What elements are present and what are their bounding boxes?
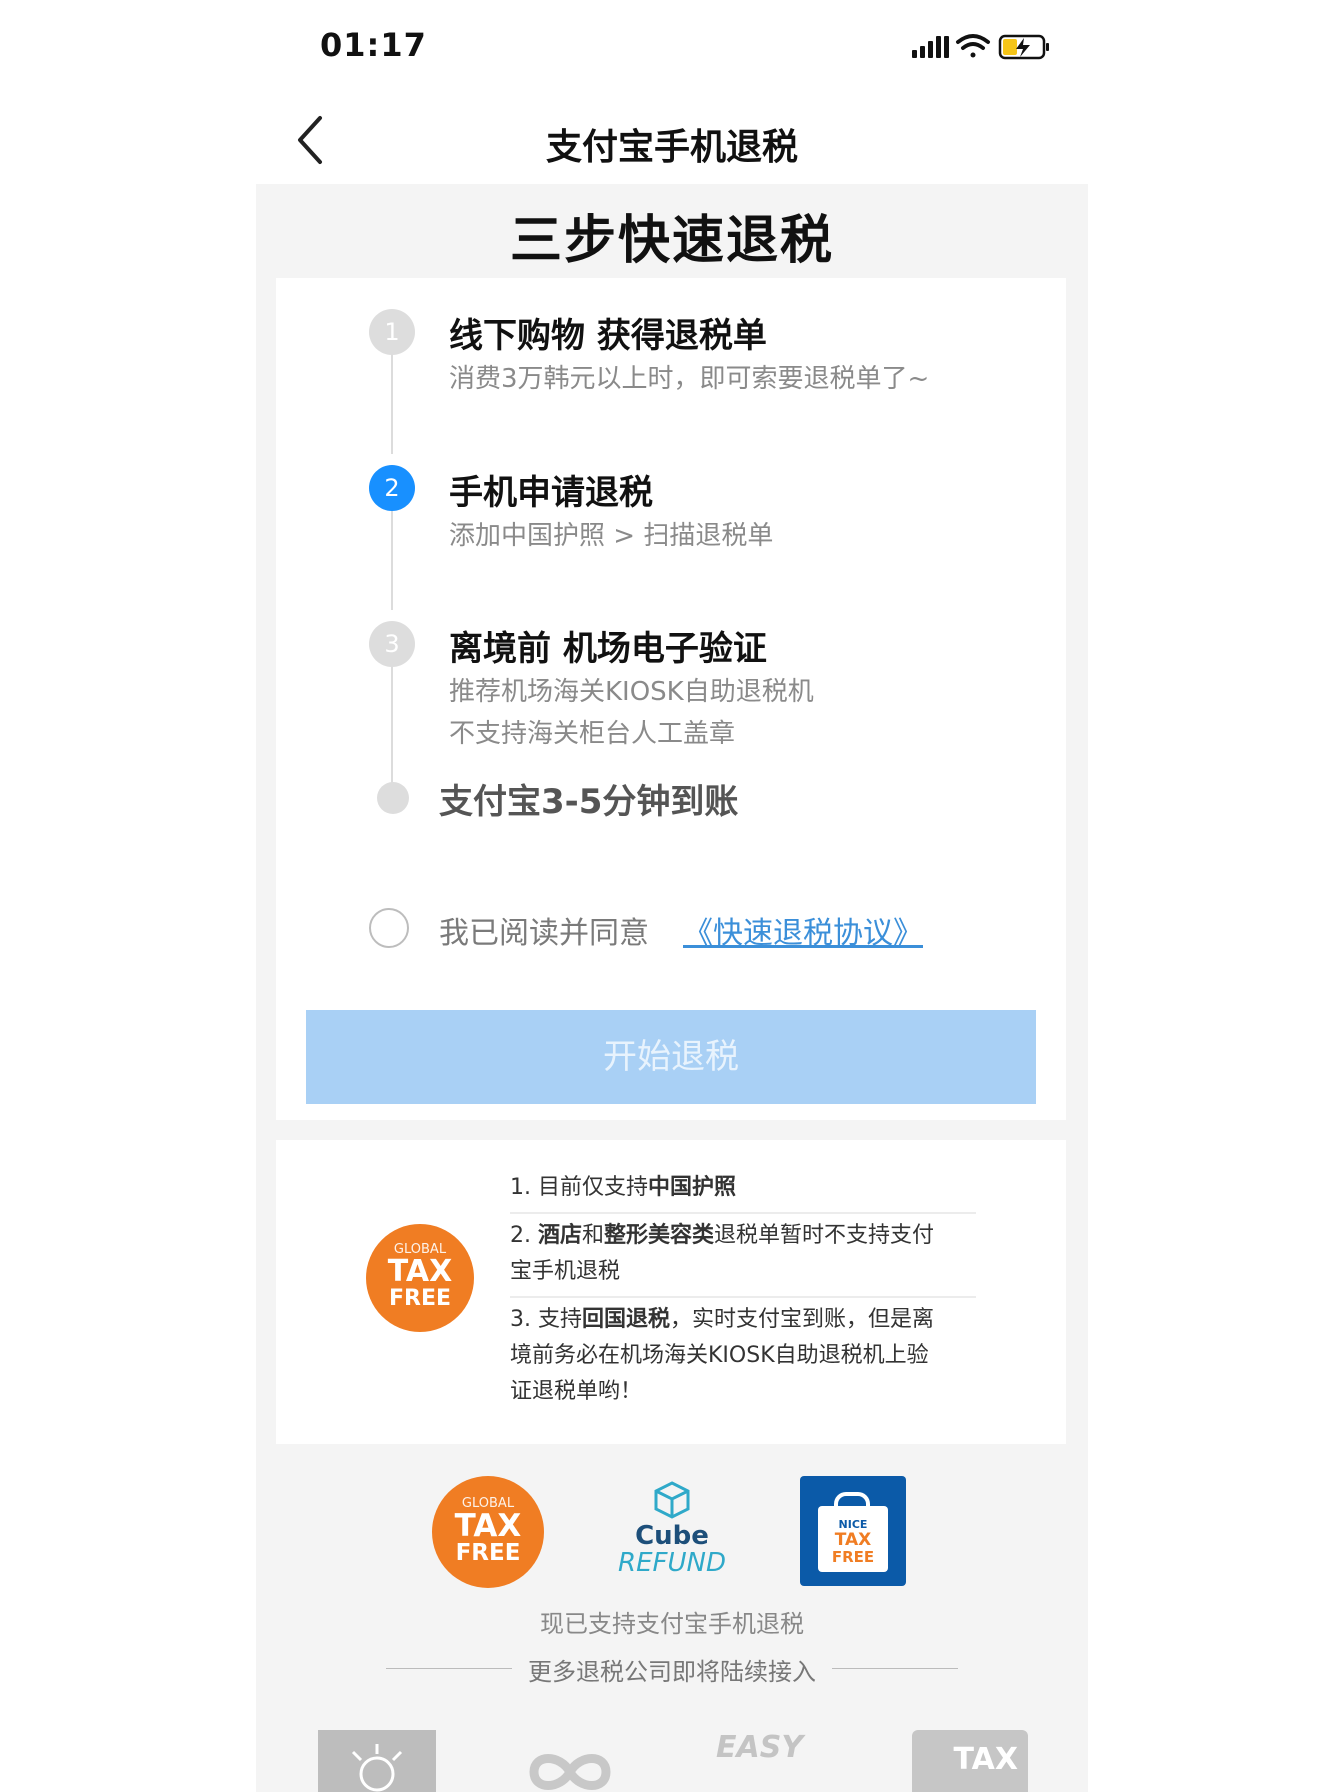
steps-card: 1 线下购物 获得退税单 消费3万韩元以上时，即可索要退税单了~ 2 手机申请退…	[276, 278, 1066, 1120]
step-2-title: 手机申请退税	[449, 473, 653, 513]
notes-card: GLOBAL TAX FREE 1. 目前仅支持中国护照 2. 酒店和整形美容类…	[276, 1140, 1066, 1444]
logo-text: FREE	[831, 1548, 875, 1566]
step-1-number: 1	[369, 309, 415, 355]
cube-icon	[654, 1481, 690, 1519]
agree-checkbox[interactable]	[369, 908, 409, 948]
agreement-link[interactable]: 《快速退税协议》	[683, 908, 923, 952]
status-icons	[912, 34, 1049, 60]
more-companies-text: 更多退税公司即将陆续接入	[528, 1658, 816, 1686]
back-button[interactable]	[292, 112, 332, 168]
note-3: 3. 支持回国退税，实时支付宝到账，但是离 境前务必在机场海关KIOSK自助退税…	[510, 1307, 935, 1404]
easy-tax-logo: EASY	[716, 1730, 836, 1792]
logo-text: TAX	[953, 1742, 1018, 1777]
logo-text: TAX	[454, 1508, 522, 1544]
logo-text: FREE	[455, 1540, 521, 1566]
logo-text: GLOBAL	[461, 1496, 515, 1511]
logo-text: EASY	[716, 1730, 804, 1765]
step-2-number: 2	[369, 465, 415, 511]
step-connector	[391, 348, 393, 454]
supported-text: 现已支持支付宝手机退税	[540, 1610, 804, 1638]
step-connector	[391, 660, 393, 802]
step-2-desc: 添加中国护照 > 扫描退税单	[449, 521, 774, 551]
note-divider	[510, 1296, 976, 1298]
logo-text: TAX	[834, 1530, 872, 1550]
divider-line	[832, 1668, 958, 1669]
infinity-logo-icon	[529, 1754, 611, 1790]
note-2: 2. 酒店和整形美容类退税单暂时不支持支付 宝手机退税	[510, 1223, 935, 1284]
wifi-icon	[956, 34, 990, 58]
battery-charging-icon	[998, 34, 1049, 60]
step-1-title: 线下购物 获得退税单	[449, 316, 767, 356]
step-3-desc-2: 不支持海关柜台人工盖章	[449, 719, 736, 749]
final-step-text: 支付宝3-5分钟到账	[439, 782, 739, 822]
logo-text: Cube	[635, 1521, 709, 1551]
start-refund-button[interactable]: 开始退税	[306, 1010, 1036, 1104]
sun-icon	[351, 1744, 403, 1792]
note-divider	[510, 1212, 976, 1214]
logo-text: REFUND	[618, 1548, 726, 1578]
final-step-dot	[377, 782, 409, 814]
bag-handle-icon	[834, 1492, 870, 1512]
logo-text: FREE	[388, 1286, 452, 1311]
logo-text: GLOBAL	[393, 1242, 447, 1257]
nice-tax-free-logo: NICE TAX FREE	[800, 1476, 906, 1586]
content-area: 三步快速退税 1 线下购物 获得退税单 消费3万韩元以上时，即可索要退税单了~ …	[256, 184, 1088, 1792]
signal-icon	[912, 36, 949, 58]
hero-title: 三步快速退税	[509, 211, 834, 271]
cube-refund-logo: Cube REFUND	[612, 1480, 732, 1590]
global-tax-free-logo: GLOBAL TAX FREE	[366, 1224, 474, 1332]
step-3-number: 3	[369, 621, 415, 667]
step-connector	[391, 504, 393, 610]
global-tax-free-partner-logo: GLOBAL TAX FREE	[432, 1476, 544, 1588]
chevron-left-icon	[298, 116, 322, 164]
gray-partner-logo	[318, 1730, 436, 1792]
logo-text: TAX	[387, 1254, 453, 1289]
note-1: 1. 目前仅支持中国护照	[510, 1175, 736, 1200]
status-time: 01:17	[320, 26, 427, 64]
agree-text: 我已阅读并同意	[439, 916, 649, 951]
step-3-desc-1: 推荐机场海关KIOSK自助退税机	[449, 677, 814, 707]
page-title: 支付宝手机退税	[545, 127, 798, 168]
step-3-title: 离境前 机场电子验证	[449, 629, 767, 669]
tax-partner-logo: TAX	[912, 1730, 1028, 1792]
step-1-desc: 消费3万韩元以上时，即可索要退税单了~	[449, 364, 930, 394]
